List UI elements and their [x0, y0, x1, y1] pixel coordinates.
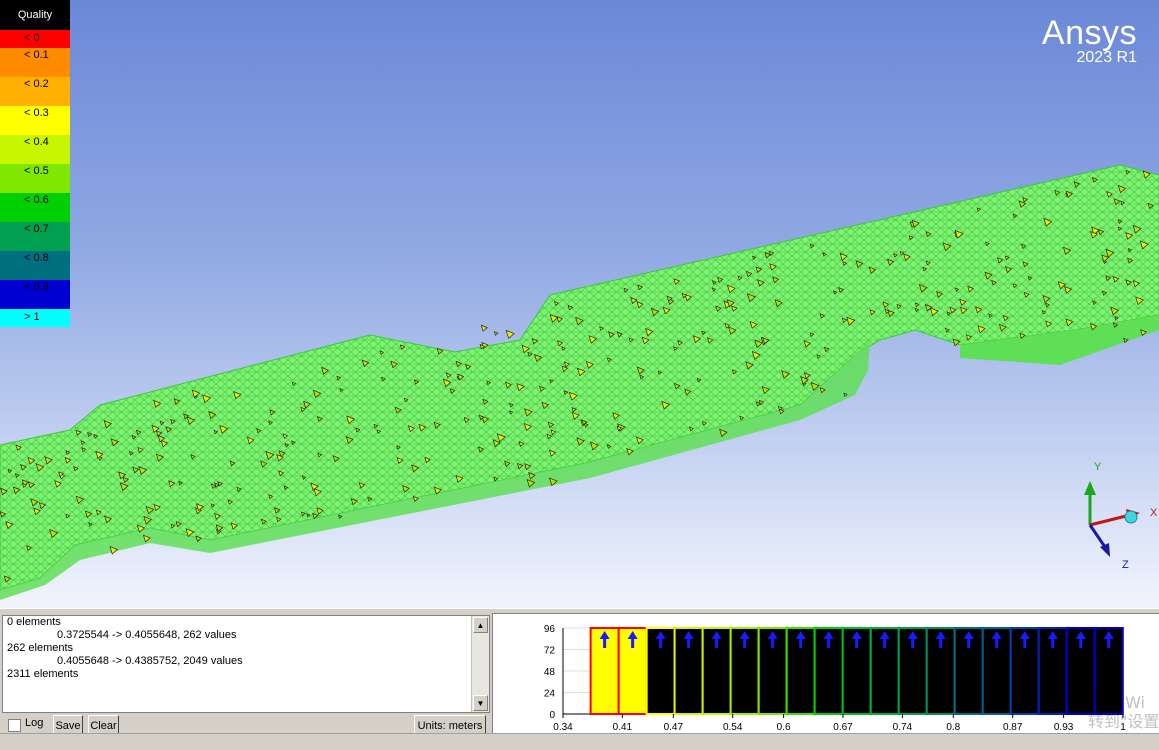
- status-bar: [0, 733, 1159, 750]
- hist-y-tick: 96: [544, 624, 556, 635]
- watermark-line-1: 激活 Wi: [1088, 693, 1146, 712]
- legend-row: < 0: [0, 30, 70, 48]
- axis-triad-icon[interactable]: Y X Z: [1060, 455, 1159, 575]
- console-line: 0 elements: [7, 616, 61, 628]
- console-line: 2311 elements: [7, 668, 79, 680]
- quality-histogram[interactable]: 0 24 48 72 96 0.34 0.41 0.47 0.54 0.6 0.67 0.74 0.8 0…: [492, 613, 1159, 741]
- legend-row: < 0.7: [0, 222, 70, 251]
- log-checkbox[interactable]: [8, 719, 21, 732]
- console-line: 0.3725544 -> 0.4055648, 262 values: [57, 629, 237, 641]
- quality-legend: Quality < 0 < 0.1 < 0.2 < 0.3 < 0.4 < 0.5 < 0.…: [0, 0, 70, 327]
- scroll-down-icon[interactable]: ▼: [473, 695, 488, 711]
- hist-x-tick: 0.8: [946, 722, 960, 733]
- legend-row: < 0.4: [0, 135, 70, 164]
- legend-label: < 0.4: [24, 136, 49, 148]
- legend-label: < 0.2: [24, 78, 49, 90]
- watermark-line-2: 转到"设置": [1088, 712, 1159, 731]
- scroll-up-icon[interactable]: ▲: [473, 617, 488, 633]
- mesh-speckle: [505, 329, 515, 339]
- hist-x-tick: 0.6: [777, 722, 791, 733]
- legend-label: < 0.8: [24, 252, 49, 264]
- hist-x-tick: 0.74: [893, 722, 913, 733]
- legend-label: < 0.9: [24, 281, 49, 293]
- hist-y-tick: 24: [544, 689, 556, 700]
- hist-x-tick: 0.54: [723, 722, 743, 733]
- legend-row: < 0.2: [0, 77, 70, 106]
- triad-y-label: Y: [1094, 461, 1102, 473]
- bottom-panel: 0 elements 0.3725544 -> 0.4055648, 262 va…: [0, 608, 1159, 750]
- hist-x-tick: 0.41: [613, 722, 633, 733]
- legend-row: < 0.5: [0, 164, 70, 193]
- hist-y-tick: 0: [549, 710, 555, 721]
- legend-label: < 0.1: [24, 49, 49, 61]
- legend-row: < 0.3: [0, 106, 70, 135]
- mesh-speckle: [480, 324, 488, 332]
- console-line: 262 elements: [7, 642, 74, 654]
- legend-row: > 1: [0, 309, 70, 327]
- graphics-viewport[interactable]: Quality < 0 < 0.1 < 0.2 < 0.3 < 0.4 < 0.5 < 0.…: [0, 0, 1159, 608]
- hist-x-tick: 0.67: [833, 722, 853, 733]
- activation-watermark: 激活 Wi 转到"设置": [1088, 693, 1159, 731]
- brand-name: Ansys: [1041, 14, 1137, 52]
- legend-row: < 0.1: [0, 48, 70, 77]
- legend-label: > 1: [24, 311, 40, 323]
- hist-y-tick: 72: [544, 646, 556, 657]
- triad-x-label: X: [1150, 507, 1158, 519]
- hist-x-tick: 0.34: [553, 722, 573, 733]
- legend-row: < 0.8: [0, 251, 70, 280]
- legend-title: Quality: [0, 0, 70, 30]
- mesh-display[interactable]: [0, 0, 1159, 608]
- legend-label: < 0.6: [24, 194, 49, 206]
- hist-x-tick: 0.93: [1054, 722, 1074, 733]
- histogram-chart[interactable]: 0 24 48 72 96 0.34 0.41 0.47 0.54 0.6 0.67 0.74 0.8 0…: [493, 614, 1159, 740]
- legend-row: < 0.6: [0, 193, 70, 222]
- console-line: 0.4055648 -> 0.4385752, 2049 values: [57, 655, 243, 667]
- console-scrollbar[interactable]: ▲ ▼: [471, 616, 489, 712]
- console-output[interactable]: 0 elements 0.3725544 -> 0.4055648, 262 va…: [2, 615, 490, 713]
- legend-label: < 0.7: [24, 223, 49, 235]
- legend-label: < 0: [24, 32, 40, 44]
- legend-label: < 0.5: [24, 165, 49, 177]
- legend-label: < 0.3: [24, 107, 49, 119]
- ansys-logo: Ansys 2023 R1: [1042, 14, 1137, 67]
- hist-y-tick: 48: [544, 667, 556, 678]
- legend-row: < 0.9: [0, 280, 70, 309]
- hist-x-tick: 0.87: [1003, 722, 1023, 733]
- log-label: Log: [25, 717, 44, 729]
- mesh-speckle: [493, 331, 499, 336]
- triad-z-label: Z: [1122, 559, 1129, 571]
- hist-x-tick: 0.47: [664, 722, 684, 733]
